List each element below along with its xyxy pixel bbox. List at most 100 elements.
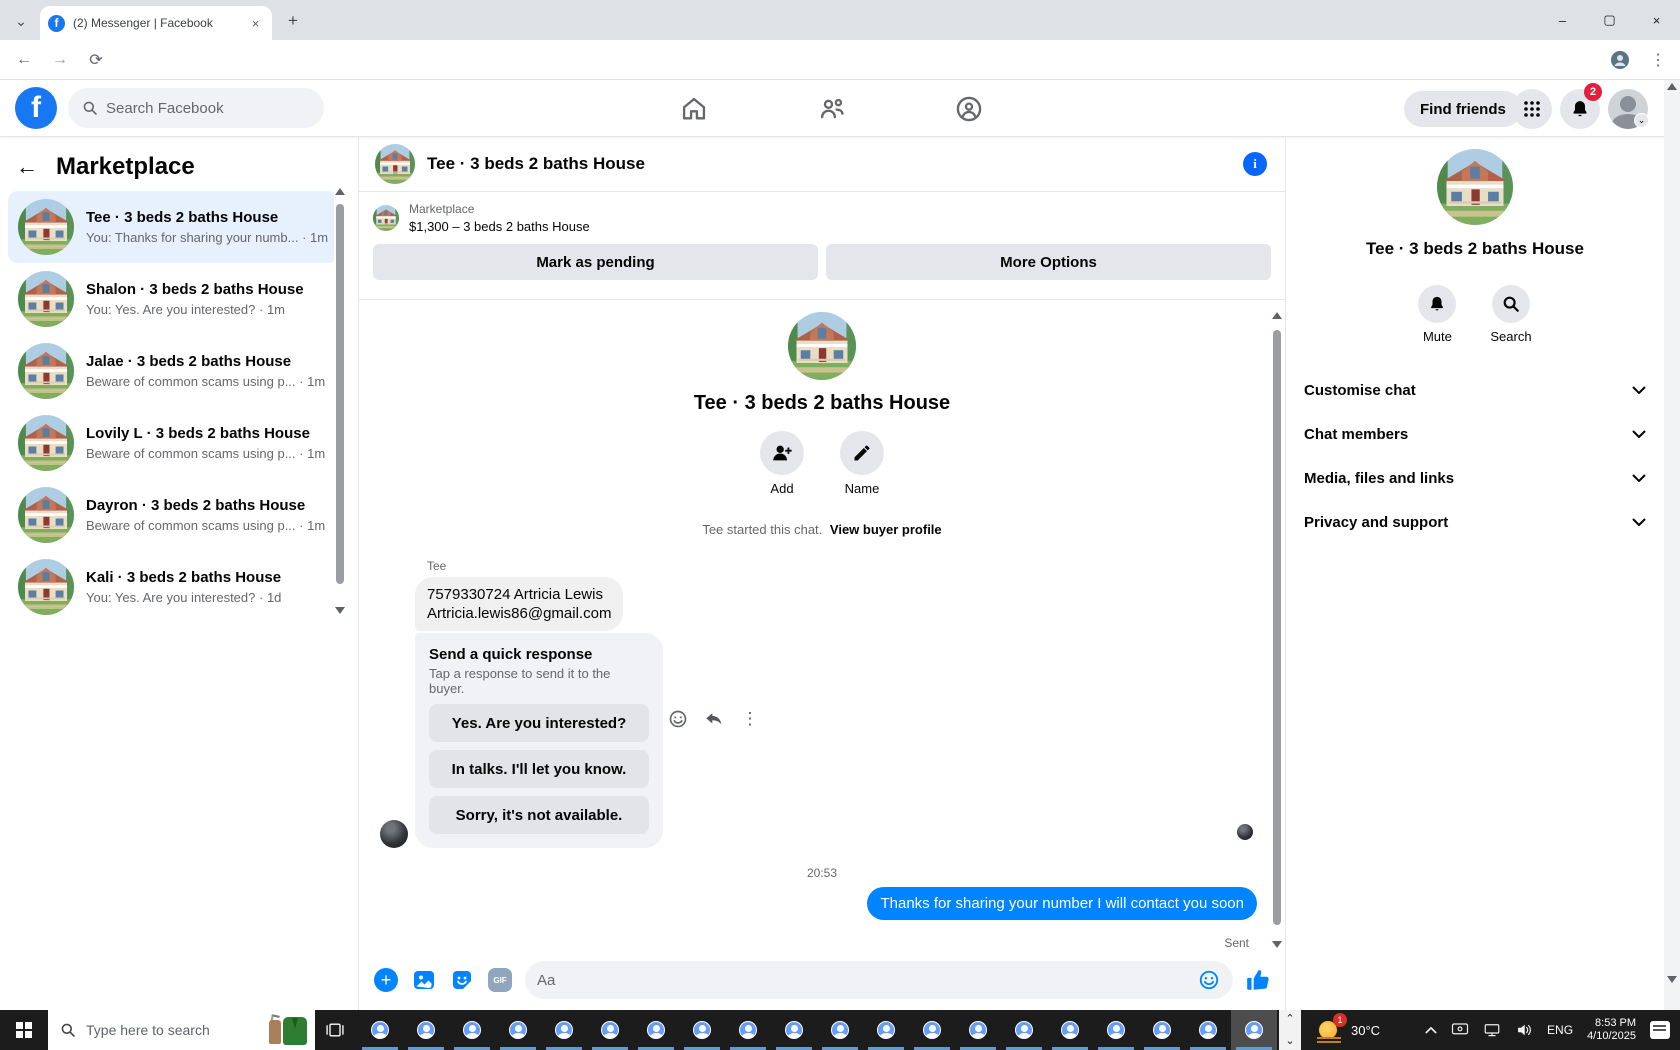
scrollbar-thumb[interactable] [1273, 330, 1281, 925]
window-minimize-button[interactable]: – [1539, 0, 1586, 40]
chrome-window-button[interactable] [357, 1010, 403, 1050]
sticker-button[interactable] [449, 967, 475, 993]
chrome-window-button[interactable] [909, 1010, 955, 1050]
more-options-button[interactable]: More Options [826, 244, 1271, 280]
chrome-window-button[interactable] [817, 1010, 863, 1050]
conversation-list-item[interactable]: Lovily L · 3 beds 2 baths House Beware o… [8, 407, 338, 479]
back-button[interactable]: ← [12, 48, 36, 72]
scroll-up-icon[interactable] [1272, 312, 1282, 319]
conversation-list-item[interactable]: Shalon · 3 beds 2 baths House You: Yes. … [8, 263, 338, 335]
chrome-window-button[interactable] [1231, 1010, 1277, 1050]
taskbar-overflow-scroll[interactable]: ⌃ ⌄ [1279, 1010, 1301, 1050]
apps-menu-button[interactable] [1512, 89, 1552, 129]
chrome-window-button[interactable] [955, 1010, 1001, 1050]
browser-menu-icon[interactable]: ⋮ [1646, 48, 1670, 72]
conversation-list-item[interactable]: Dayron · 3 beds 2 baths House Beware of … [8, 479, 338, 551]
window-maximize-button[interactable]: ▢ [1586, 0, 1633, 40]
back-arrow-icon[interactable]: ← [16, 154, 44, 180]
incoming-message-bubble[interactable]: 7579330724 Artricia Lewis Artricia.lewis… [415, 577, 624, 631]
conversation-list-item[interactable]: Kali · 3 beds 2 baths House You: Yes. Ar… [8, 551, 338, 623]
language-indicator[interactable]: ENG [1547, 1023, 1573, 1037]
quick-reply-button[interactable]: In talks. I'll let you know. [429, 750, 649, 788]
message-input[interactable] [537, 971, 1197, 989]
react-emoji-icon[interactable] [667, 708, 689, 730]
find-friends-button[interactable]: Find friends [1404, 91, 1522, 127]
add-people-button[interactable]: Add [760, 431, 804, 496]
sidebar-scrollbar[interactable] [334, 185, 346, 617]
chrome-window-button[interactable] [679, 1010, 725, 1050]
search-highlight-art[interactable] [267, 1014, 311, 1046]
facebook-search[interactable]: Search Facebook [68, 88, 324, 128]
reply-icon[interactable] [703, 708, 725, 730]
chrome-window-button[interactable] [771, 1010, 817, 1050]
edit-name-button[interactable]: Name [840, 431, 884, 496]
forward-button[interactable]: → [48, 48, 72, 72]
chrome-window-button[interactable] [1047, 1010, 1093, 1050]
reload-button[interactable]: ⟳ [84, 48, 108, 72]
open-more-actions-button[interactable]: + [373, 967, 399, 993]
conversation-info-button[interactable]: i [1243, 152, 1267, 176]
mute-button[interactable]: Mute [1418, 285, 1457, 344]
groups-tab-icon[interactable] [955, 95, 985, 123]
scroll-up-icon[interactable] [335, 188, 345, 195]
start-button[interactable] [0, 1010, 48, 1050]
chrome-window-button[interactable] [633, 1010, 679, 1050]
facebook-logo[interactable]: f [15, 87, 57, 129]
page-scrollbar[interactable] [1664, 80, 1680, 1010]
chrome-window-button[interactable] [587, 1010, 633, 1050]
tab-search-chevron-icon[interactable]: ⌄ [10, 10, 32, 32]
network-icon[interactable] [1483, 1022, 1501, 1038]
scroll-down-icon[interactable] [335, 607, 345, 614]
browser-tab[interactable]: f (2) Messenger | Facebook × [40, 6, 272, 40]
details-section-row[interactable]: Media, files and links [1294, 456, 1656, 500]
message-menu-icon[interactable]: ⋮ [739, 708, 761, 730]
scroll-down-icon[interactable] [1272, 941, 1282, 948]
home-tab-icon[interactable] [680, 95, 710, 123]
details-section-row[interactable]: Privacy and support [1294, 500, 1656, 544]
emoji-picker-button[interactable] [1197, 968, 1221, 992]
overflow-down-icon[interactable]: ⌄ [1285, 1036, 1294, 1047]
overflow-up-icon[interactable]: ⌃ [1285, 1014, 1294, 1025]
task-view-button[interactable] [315, 1010, 355, 1050]
like-button[interactable] [1245, 967, 1271, 993]
chat-header[interactable]: Tee · 3 beds 2 baths House i [359, 137, 1285, 192]
screen-cast-icon[interactable] [1451, 1022, 1469, 1038]
browser-profile-icon[interactable] [1608, 48, 1632, 72]
chrome-window-button[interactable] [1139, 1010, 1185, 1050]
friends-tab-icon[interactable] [818, 95, 848, 123]
hidden-icons-chevron[interactable] [1425, 1026, 1437, 1034]
mark-as-pending-button[interactable]: Mark as pending [373, 244, 818, 280]
gif-button[interactable]: GIF [487, 967, 513, 993]
chrome-window-button[interactable] [495, 1010, 541, 1050]
chrome-window-button[interactable] [725, 1010, 771, 1050]
conversation-list-item[interactable]: Tee · 3 beds 2 baths House You: Thanks f… [8, 191, 338, 263]
search-in-conversation-button[interactable]: Search [1490, 285, 1532, 344]
details-section-row[interactable]: Customise chat [1294, 368, 1656, 412]
volume-icon[interactable] [1515, 1022, 1533, 1038]
quick-reply-button[interactable]: Yes. Are you interested? [429, 704, 649, 742]
chrome-window-button[interactable] [541, 1010, 587, 1050]
action-center-icon[interactable] [1650, 1021, 1670, 1039]
tab-close-icon[interactable]: × [247, 15, 264, 32]
attach-photo-button[interactable] [411, 967, 437, 993]
outgoing-message-bubble[interactable]: Thanks for sharing your number I will co… [867, 887, 1257, 920]
chat-scrollbar[interactable] [1271, 309, 1283, 951]
taskbar-search[interactable]: Type here to search [48, 1010, 315, 1050]
scroll-down-icon[interactable] [1667, 976, 1677, 983]
chrome-window-button[interactable] [1001, 1010, 1047, 1050]
chrome-window-button[interactable] [1185, 1010, 1231, 1050]
details-section-row[interactable]: Chat members [1294, 412, 1656, 456]
conversation-list-item[interactable]: Jalae · 3 beds 2 baths House Beware of c… [8, 335, 338, 407]
chrome-window-button[interactable] [1093, 1010, 1139, 1050]
scrollbar-thumb[interactable] [336, 204, 344, 584]
chrome-window-button[interactable] [449, 1010, 495, 1050]
taskbar-clock[interactable]: 8:53 PM 4/10/2025 [1587, 1017, 1636, 1043]
chrome-window-button[interactable] [863, 1010, 909, 1050]
taskbar-weather-widget[interactable]: 1 30°C [1317, 1010, 1380, 1050]
view-buyer-profile-link[interactable]: View buyer profile [830, 522, 942, 537]
quick-reply-button[interactable]: Sorry, it's not available. [429, 796, 649, 834]
new-tab-button[interactable]: + [282, 10, 304, 32]
chrome-window-button[interactable] [403, 1010, 449, 1050]
scroll-up-icon[interactable] [1667, 83, 1677, 90]
window-close-button[interactable]: × [1633, 0, 1680, 40]
